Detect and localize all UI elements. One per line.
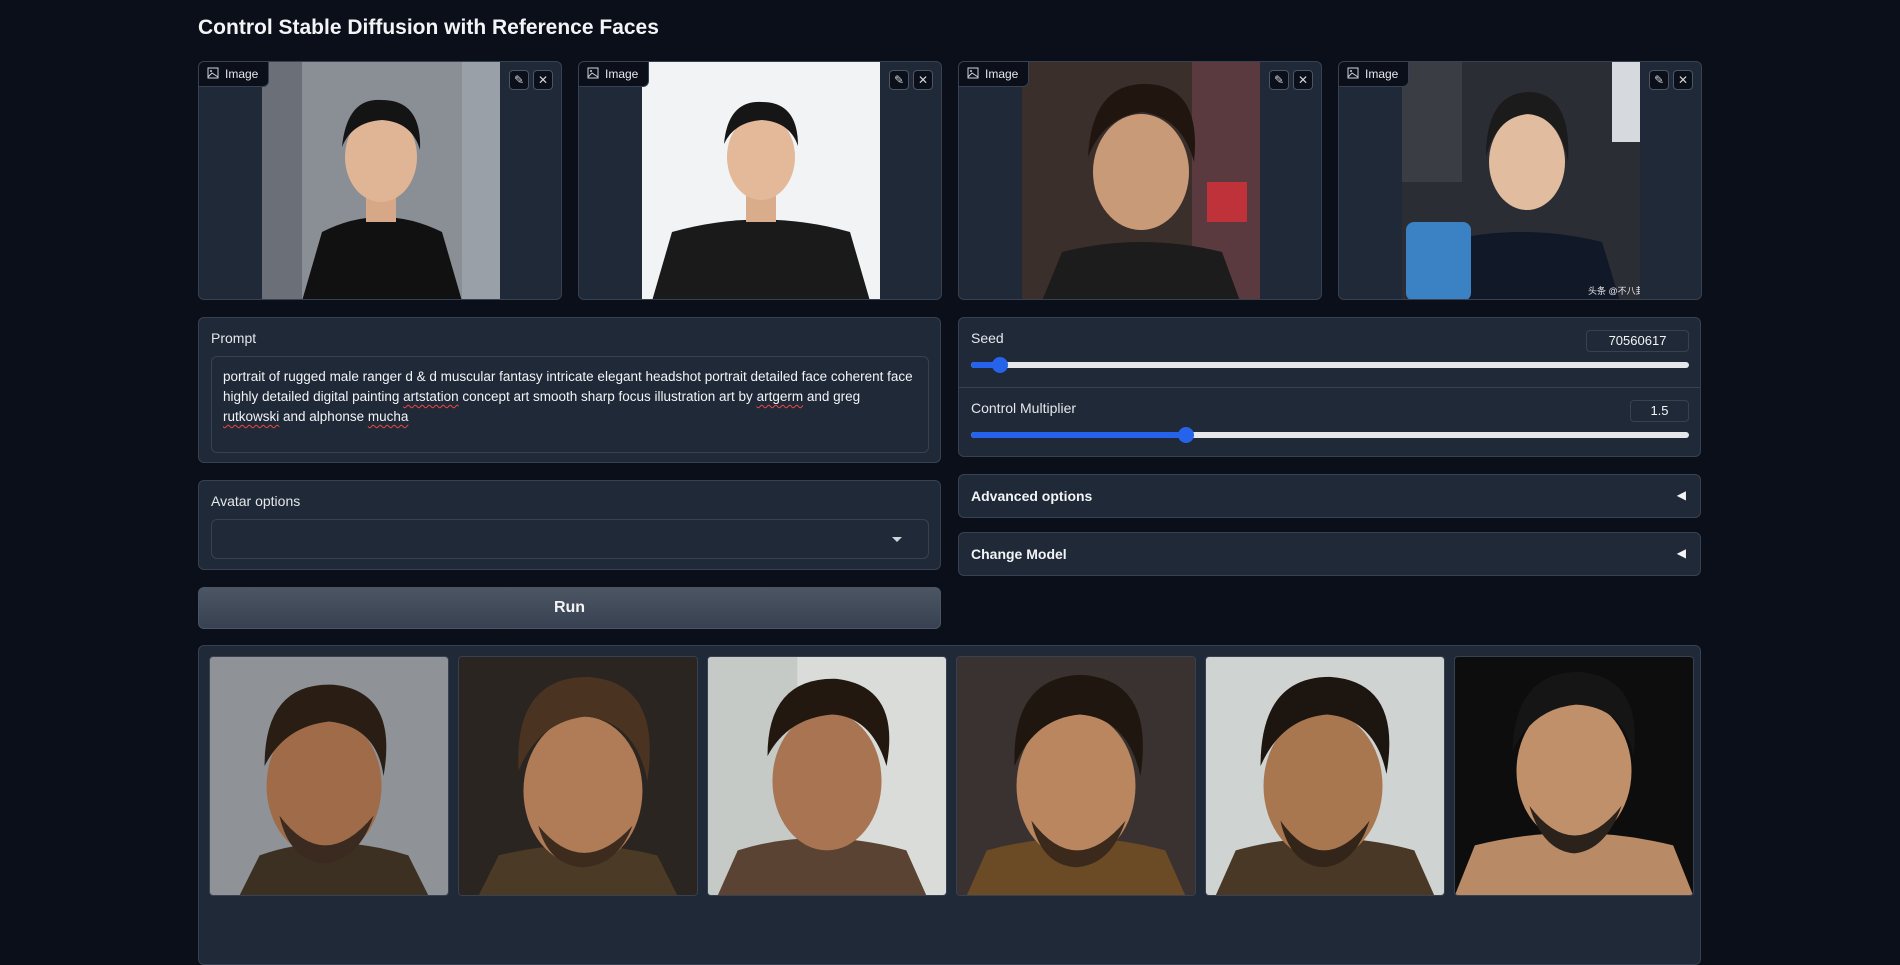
seed-slider-handle[interactable] [991, 357, 1008, 373]
prompt-panel: Prompt portrait of rugged male ranger d … [198, 317, 941, 463]
image-icon [207, 67, 219, 82]
output-gallery [198, 645, 1701, 965]
image-label: Image [959, 62, 1030, 87]
advanced-options-accordion[interactable]: Advanced options ◀ [958, 474, 1701, 518]
control-multiplier-slider[interactable] [971, 427, 1689, 443]
prompt-textarea[interactable]: portrait of rugged male ranger d & d mus… [211, 356, 929, 453]
gallery-image-4[interactable] [956, 656, 1196, 896]
gallery-image-5[interactable] [1205, 656, 1445, 896]
pencil-icon[interactable]: ✎ [509, 70, 529, 90]
reference-photo [262, 62, 500, 299]
divider [959, 387, 1700, 388]
pencil-icon[interactable]: ✎ [1269, 70, 1289, 90]
reference-photo: 头条 @不八卦 [1402, 62, 1640, 299]
control-multiplier-slider-fill [971, 432, 1187, 438]
reference-photo [642, 62, 880, 299]
avatar-options-label: Avatar options [211, 493, 301, 509]
reference-image-1[interactable]: Image ✎ ✕ [198, 61, 562, 300]
close-icon[interactable]: ✕ [533, 70, 553, 90]
image-label: Image [199, 62, 270, 87]
chevron-down-icon [892, 537, 902, 542]
gallery-image-6[interactable] [1454, 656, 1694, 896]
collapse-arrow-icon: ◀ [1676, 488, 1686, 502]
image-label: Image [1339, 62, 1410, 87]
seed-input[interactable]: 70560617 [1586, 330, 1689, 352]
reference-image-2[interactable]: Image ✎ ✕ [578, 61, 942, 300]
run-button[interactable]: Run [198, 587, 941, 629]
reference-image-3[interactable]: Image ✎ ✕ [958, 61, 1322, 300]
close-icon[interactable]: ✕ [913, 70, 933, 90]
sliders-panel: Seed 70560617 Control Multiplier 1.5 [958, 317, 1701, 457]
control-multiplier-label: Control Multiplier [971, 400, 1077, 416]
image-label: Image [579, 62, 650, 87]
control-multiplier-slider-handle[interactable] [1178, 427, 1195, 443]
gallery-image-2[interactable] [458, 656, 698, 896]
seed-label: Seed [971, 330, 1004, 346]
image-icon [967, 67, 979, 82]
collapse-arrow-icon: ◀ [1676, 546, 1686, 560]
image-icon [1347, 67, 1359, 82]
gallery-image-1[interactable] [209, 656, 449, 896]
seed-slider[interactable] [971, 357, 1689, 373]
control-multiplier-input[interactable]: 1.5 [1630, 400, 1689, 422]
image-icon [587, 67, 599, 82]
avatar-options-panel: Avatar options [198, 480, 941, 570]
pencil-icon[interactable]: ✎ [1649, 70, 1669, 90]
prompt-label: Prompt [211, 330, 257, 346]
avatar-options-dropdown[interactable] [211, 519, 929, 559]
watermark-text: 头条 @不八卦 [1588, 285, 1640, 296]
change-model-accordion[interactable]: Change Model ◀ [958, 532, 1701, 576]
close-icon[interactable]: ✕ [1293, 70, 1313, 90]
gallery-image-3[interactable] [707, 656, 947, 896]
page-title: Control Stable Diffusion with Reference … [198, 16, 659, 39]
reference-image-4[interactable]: Image 头条 @不八卦 ✎ ✕ [1338, 61, 1702, 300]
close-icon[interactable]: ✕ [1673, 70, 1693, 90]
reference-photo [1022, 62, 1260, 299]
pencil-icon[interactable]: ✎ [889, 70, 909, 90]
advanced-options-label: Advanced options [971, 488, 1093, 504]
change-model-label: Change Model [971, 546, 1067, 562]
